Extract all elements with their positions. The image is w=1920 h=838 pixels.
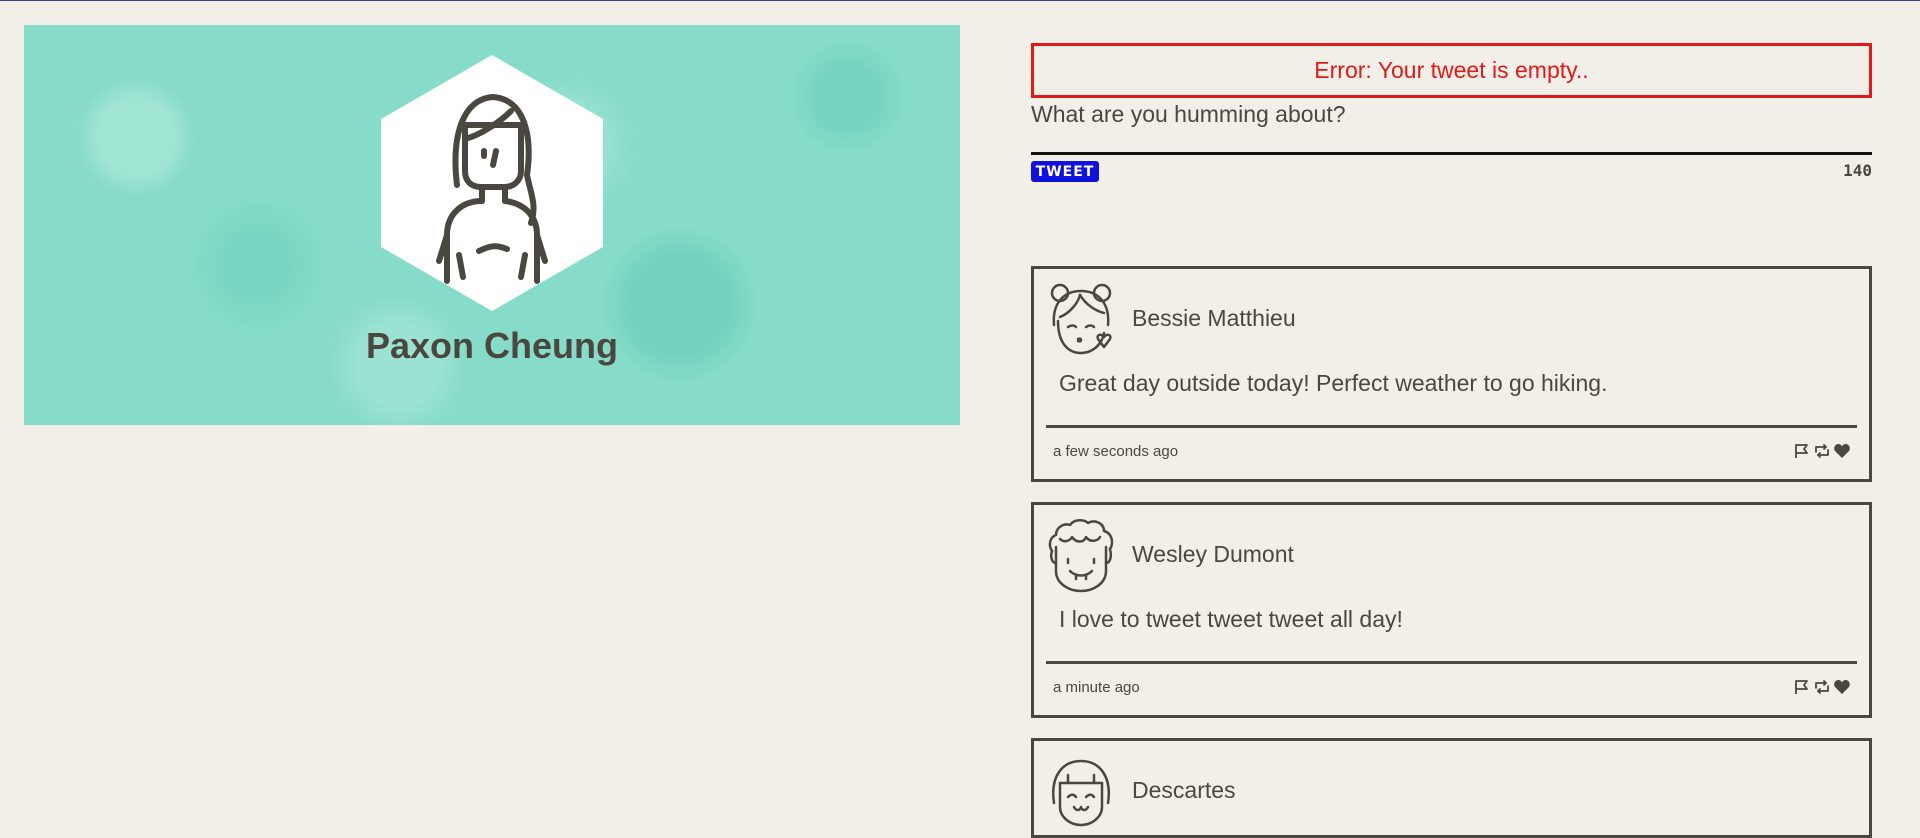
tweet-text: I love to tweet tweet tweet all day! xyxy=(1059,606,1403,632)
tweet-timestamp: a minute ago xyxy=(1053,679,1140,696)
tweet-card: Bessie Matthieu Great day outside today!… xyxy=(1031,266,1872,482)
tweet-card: Wesley Dumont I love to tweet tweet twee… xyxy=(1031,502,1872,718)
heart-icon[interactable] xyxy=(1833,443,1851,459)
profile-avatar xyxy=(381,55,603,311)
error-message: Error: Your tweet is empty.. xyxy=(1031,43,1872,98)
tweet-actions xyxy=(1793,679,1851,695)
tweet-divider xyxy=(1046,661,1857,664)
tweet-card: Descartes xyxy=(1031,738,1872,838)
retweet-icon[interactable] xyxy=(1813,443,1831,459)
girl-buns-kiss-avatar-icon xyxy=(1046,281,1116,357)
tweet-author[interactable]: Bessie Matthieu xyxy=(1132,305,1296,332)
bob-hair-smile-avatar-icon xyxy=(1046,753,1116,829)
character-counter: 140 xyxy=(1843,161,1872,180)
tweet-actions xyxy=(1793,443,1851,459)
flag-icon[interactable] xyxy=(1793,679,1811,695)
tweet-timestamp: a few seconds ago xyxy=(1053,443,1179,460)
profile-card: Paxon Cheung xyxy=(24,25,960,425)
tweet-text: Great day outside today! Perfect weather… xyxy=(1059,370,1608,396)
tweet-compose-input[interactable] xyxy=(1031,99,1872,155)
profile-name: Paxon Cheung xyxy=(365,325,619,366)
tweet-button[interactable]: TWEET xyxy=(1031,161,1099,182)
retweet-icon[interactable] xyxy=(1813,679,1831,695)
tweet-author[interactable]: Descartes xyxy=(1132,777,1236,804)
heart-icon[interactable] xyxy=(1833,679,1851,695)
tweet-divider xyxy=(1046,425,1857,428)
flag-icon[interactable] xyxy=(1793,443,1811,459)
curly-hair-man-avatar-icon xyxy=(1046,517,1116,593)
tweet-author[interactable]: Wesley Dumont xyxy=(1132,541,1294,568)
